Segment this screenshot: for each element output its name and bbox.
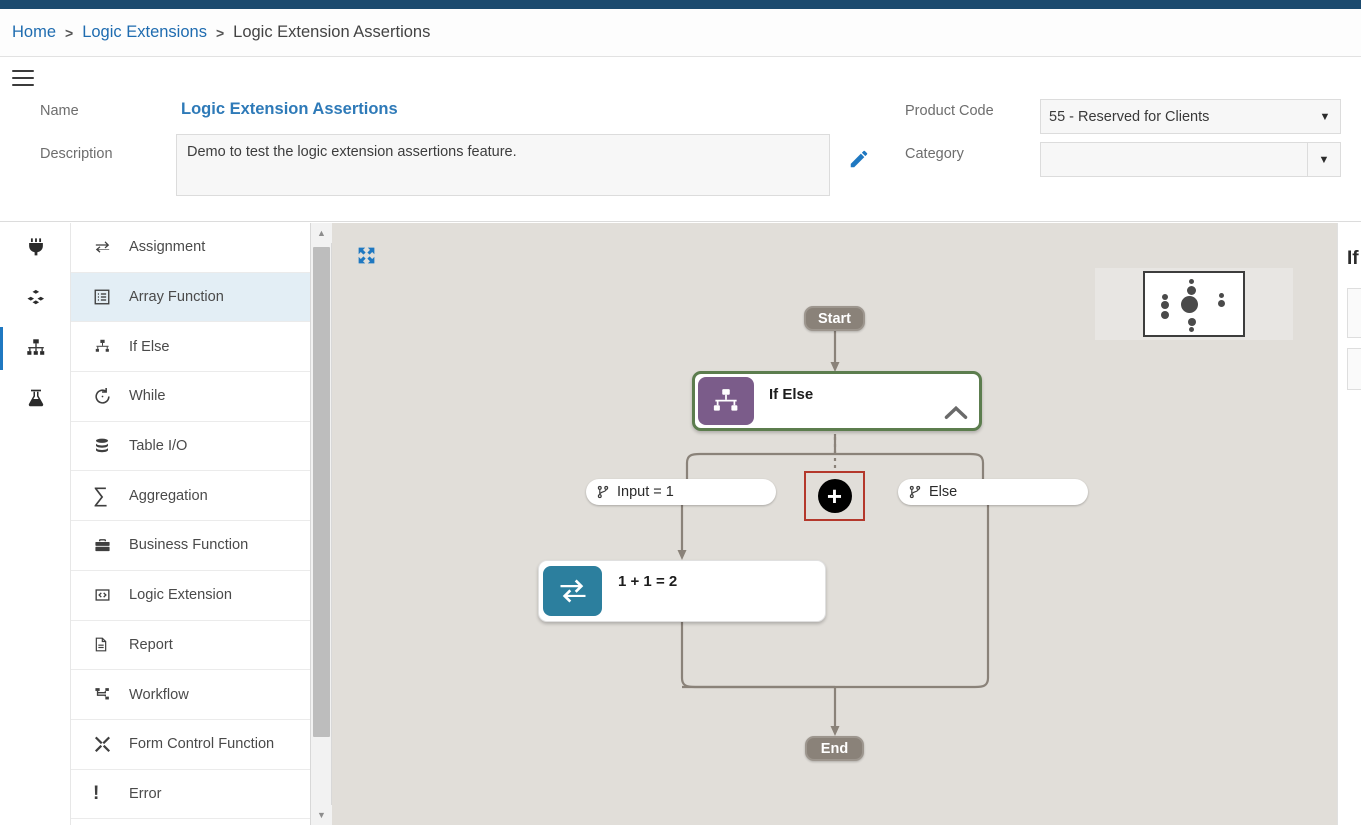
hamburger-menu-icon[interactable] <box>12 70 34 86</box>
branch-label: Else <box>929 484 958 500</box>
palette-item-business-function[interactable]: Business Function <box>71 521 310 571</box>
product-code-value: 55 - Reserved for Clients <box>1049 108 1210 125</box>
if-else-node[interactable]: If Else <box>692 371 982 431</box>
database-icon <box>93 437 119 455</box>
palette-item-aggregation[interactable]: ∑ Aggregation <box>71 471 310 522</box>
brand-bar <box>0 0 1361 9</box>
chevron-down-icon: ▼ <box>1319 110 1331 123</box>
breadcrumb-current: Logic Extension Assertions <box>233 23 431 41</box>
properties-field-1-value <box>1348 289 1361 299</box>
assignment-node-label: 1 + 1 = 2 <box>618 573 678 590</box>
briefcase-icon <box>93 537 119 554</box>
properties-panel: If Else <box>1337 223 1361 825</box>
palette-item-if-else[interactable]: If Else <box>71 322 310 373</box>
palette-item-while[interactable]: While <box>71 372 310 422</box>
if-else-icon <box>93 338 119 355</box>
header-panel: Name Logic Extension Assertions Descript… <box>0 57 1361 222</box>
description-label: Description <box>40 146 113 162</box>
breadcrumb: Home > Logic Extensions > Logic Extensio… <box>0 9 1361 57</box>
category-select[interactable]: ▼ <box>1040 142 1341 177</box>
start-node[interactable]: Start <box>804 306 865 331</box>
chevron-down-icon: ▼ <box>1307 143 1340 176</box>
branch-icon <box>908 484 922 500</box>
minimap-viewport[interactable] <box>1143 271 1245 337</box>
rail-item-connectors[interactable] <box>0 223 71 273</box>
palette-item-error[interactable]: ! Error <box>71 770 310 820</box>
minimap[interactable] <box>1095 268 1293 340</box>
palette-item-workflow[interactable]: Workflow <box>71 670 310 720</box>
properties-field-2[interactable] <box>1347 348 1361 390</box>
extension-name-value[interactable]: Logic Extension Assertions <box>181 100 398 119</box>
pencil-icon[interactable] <box>848 148 870 173</box>
breadcrumb-separator: > <box>65 24 74 41</box>
expand-arrows-icon[interactable] <box>356 245 377 269</box>
branch-condition-else[interactable]: Else <box>898 479 1088 505</box>
properties-panel-title: If Else <box>1347 248 1361 269</box>
end-node[interactable]: End <box>805 736 864 761</box>
palette-scrollbar[interactable]: ▲ ▼ <box>311 223 332 825</box>
palette-item-label: Form Control Function <box>129 736 275 753</box>
palette-item-report[interactable]: Report <box>71 621 310 671</box>
branch-condition-if[interactable]: Input = 1 <box>586 479 776 505</box>
product-code-select[interactable]: 55 - Reserved for Clients ▼ <box>1040 99 1341 134</box>
sigma-icon: ∑ <box>93 483 108 507</box>
chevron-up-icon[interactable] <box>943 404 969 424</box>
array-function-icon <box>93 288 119 306</box>
palette-item-label: Report <box>129 636 173 653</box>
palette-item-array-function[interactable]: Array Function <box>71 272 310 323</box>
category-label: Category <box>905 146 964 162</box>
properties-field-2-value <box>1348 349 1361 359</box>
assignment-node[interactable]: 1 + 1 = 2 <box>538 560 826 622</box>
while-loop-icon <box>93 387 119 406</box>
assignment-icon <box>93 239 119 255</box>
plug-icon <box>28 238 43 256</box>
scrollbar-thumb[interactable] <box>313 247 330 737</box>
branch-label: Input = 1 <box>617 484 674 500</box>
name-label: Name <box>40 103 79 119</box>
palette-item-form-control-function[interactable]: Form Control Function <box>71 720 310 770</box>
blocks-icon <box>26 289 44 305</box>
palette-item-assignment[interactable]: Assignment <box>71 223 310 273</box>
palette-item-label: Business Function <box>129 537 249 554</box>
description-field[interactable]: Demo to test the logic extension asserti… <box>176 134 830 196</box>
application-window: Home > Logic Extensions > Logic Extensio… <box>0 0 1361 825</box>
breadcrumb-separator: > <box>215 24 225 41</box>
component-palette: Assignment Array Function If Else While … <box>71 223 311 825</box>
palette-item-label: Error <box>129 785 162 802</box>
palette-item-logic-extension[interactable]: Logic Extension <box>71 571 310 621</box>
plus-icon: + <box>817 479 852 513</box>
product-code-label: Product Code <box>905 103 994 119</box>
palette-item-label: Logic Extension <box>129 587 233 604</box>
palette-item-label: Table I/O <box>129 438 188 455</box>
hierarchy-icon <box>26 339 44 355</box>
if-else-icon <box>698 377 754 425</box>
properties-field-1[interactable] <box>1347 288 1361 338</box>
branch-icon <box>596 484 610 500</box>
palette-item-label: Aggregation <box>129 487 208 504</box>
exclamation-icon: ! <box>93 782 100 804</box>
rail-item-test-lab[interactable] <box>0 373 71 423</box>
document-icon <box>93 635 119 654</box>
palette-item-label: Assignment <box>129 239 206 256</box>
palette-item-label: While <box>129 388 166 405</box>
palette-item-label: Workflow <box>129 686 189 703</box>
rail-item-logic-flow[interactable] <box>0 323 71 373</box>
tools-icon <box>93 735 119 754</box>
rail-item-building-blocks[interactable] <box>0 273 71 323</box>
add-branch-button[interactable]: + <box>804 471 865 521</box>
breadcrumb-logic-extensions[interactable]: Logic Extensions <box>82 23 207 42</box>
breadcrumb-home[interactable]: Home <box>12 23 56 42</box>
scroll-up-icon[interactable]: ▲ <box>311 223 332 243</box>
workflow-icon <box>93 686 119 703</box>
logic-extension-icon <box>93 587 119 603</box>
palette-item-label: If Else <box>129 338 170 355</box>
flask-icon <box>28 389 43 407</box>
palette-item-label: Array Function <box>129 289 224 306</box>
icon-rail <box>0 223 71 825</box>
palette-item-table-io[interactable]: Table I/O <box>71 422 310 472</box>
assignment-icon <box>543 566 602 616</box>
flow-canvas[interactable]: Start If Else Input = 1 Else + 1 + 1 = 2… <box>332 223 1337 825</box>
scroll-down-icon[interactable]: ▼ <box>311 805 332 825</box>
